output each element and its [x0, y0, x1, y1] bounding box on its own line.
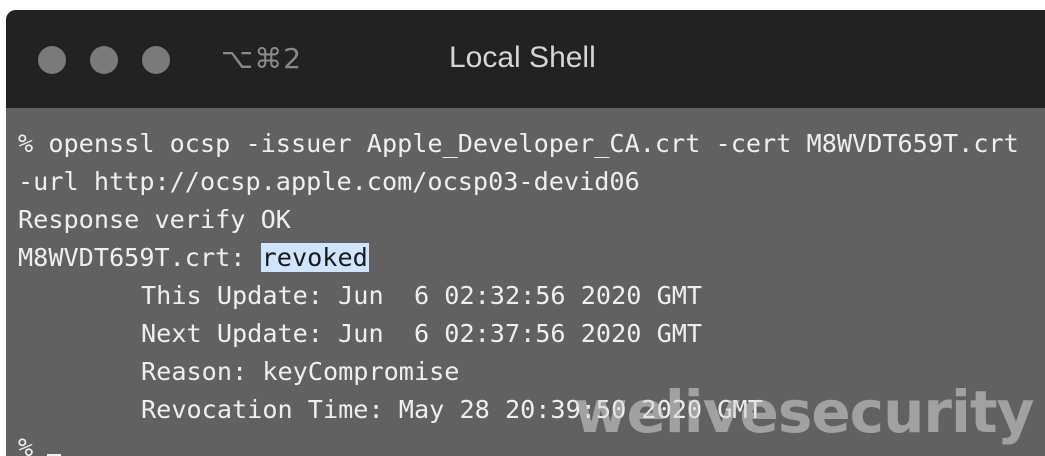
this-update-line: This Update: Jun 6 02:32:56 2020 GMT — [141, 281, 703, 310]
window-title: Local Shell — [449, 41, 596, 74]
prompt-line[interactable]: % — [18, 429, 62, 456]
reason-line: Reason: keyCompromise — [141, 357, 460, 386]
command-line-2: -url http://ocsp.apple.com/ocsp03-devid0… — [18, 167, 640, 196]
command-line-1: % openssl ocsp -issuer Apple_Developer_C… — [18, 129, 1019, 158]
status-revoked[interactable]: revoked — [260, 243, 369, 272]
watermark-logo: welivesecurity — [574, 378, 1034, 446]
status-line: M8WVDT659T.crt: revoked — [18, 239, 369, 277]
close-button[interactable] — [38, 46, 66, 74]
minimize-button[interactable] — [90, 46, 118, 74]
zoom-button[interactable] — [142, 46, 170, 74]
status-prefix: M8WVDT659T.crt: — [18, 243, 261, 272]
tab-shortcut: ⌥⌘2 — [221, 42, 303, 75]
title-bar: ⌥⌘2 Local Shell — [6, 10, 1045, 108]
verify-line: Response verify OK — [18, 205, 291, 234]
next-update-line: Next Update: Jun 6 02:37:56 2020 GMT — [141, 319, 703, 348]
prompt-symbol: % — [18, 433, 34, 456]
